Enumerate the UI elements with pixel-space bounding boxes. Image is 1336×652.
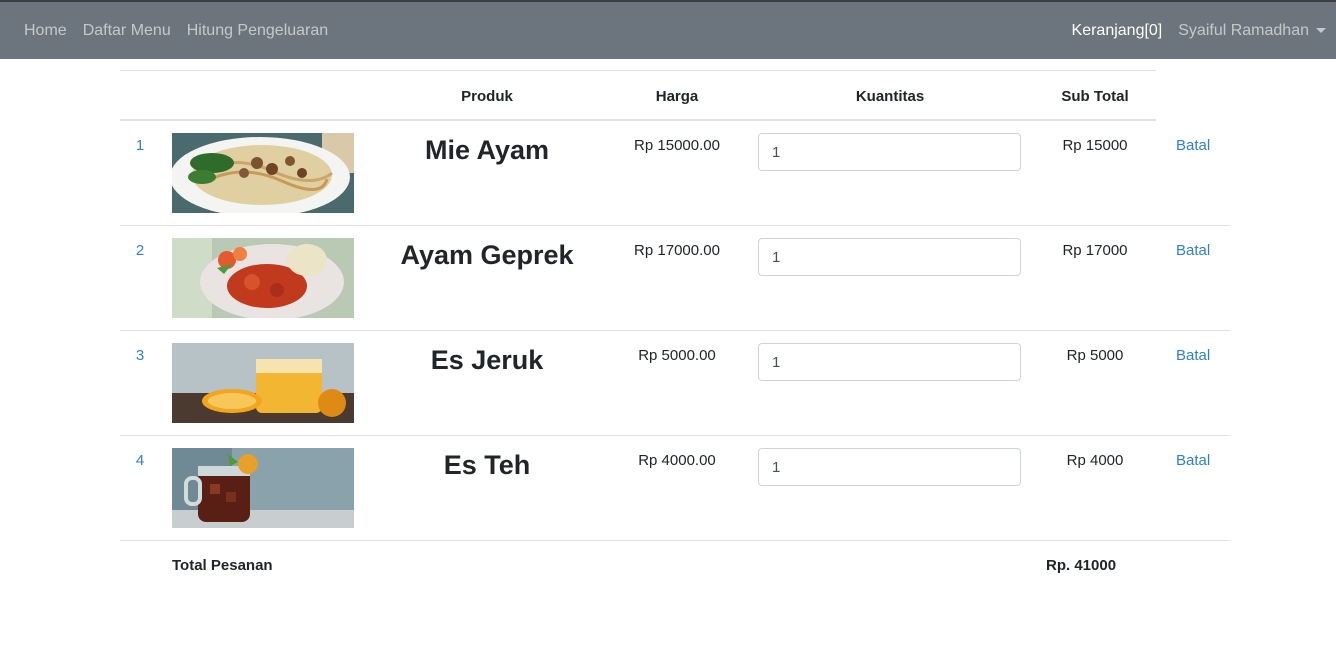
es-jeruk-photo	[172, 343, 354, 423]
row-subtotal: Rp 17000	[1062, 242, 1128, 259]
cart-link[interactable]: Keranjang[0]	[1072, 22, 1163, 40]
row-number[interactable]: 4	[120, 452, 160, 469]
product-name: Es Teh	[443, 450, 531, 480]
mie-ayam-photo	[172, 133, 354, 213]
table-header: Produk Harga Kuantitas Sub Total	[120, 70, 1156, 121]
navbar: Home Daftar Menu Hitung Pengeluaran Kera…	[0, 0, 1336, 59]
product-name: Es Jeruk	[430, 345, 544, 375]
row-number[interactable]: 2	[120, 242, 160, 259]
nav-home-link[interactable]: Home	[24, 22, 67, 40]
header-harga: Harga	[655, 88, 699, 105]
quantity-input[interactable]	[758, 238, 1021, 276]
table-row: 3 Es Jeruk Rp 5000.00 Rp 5000 Batal	[120, 331, 1230, 436]
product-name: Mie Ayam	[424, 135, 550, 165]
nav-menu-link[interactable]: Daftar Menu	[83, 22, 171, 40]
user-name: Syaiful Ramadhan	[1178, 21, 1309, 39]
quantity-input[interactable]	[758, 133, 1021, 171]
cancel-link[interactable]: Batal	[1176, 137, 1210, 154]
total-label: Total Pesanan	[172, 557, 273, 574]
total-row: Total Pesanan Rp. 41000	[120, 541, 1230, 593]
product-price: Rp 15000.00	[634, 137, 720, 154]
chevron-down-icon	[1316, 28, 1326, 33]
product-name: Ayam Geprek	[400, 240, 574, 270]
nav-links: Home Daftar Menu Hitung Pengeluaran	[24, 2, 344, 59]
header-kuantitas: Kuantitas	[855, 88, 925, 105]
product-price: Rp 17000.00	[634, 242, 720, 259]
cart-table: Produk Harga Kuantitas Sub Total 1 Mie A…	[120, 70, 1230, 593]
es-teh-photo	[172, 448, 354, 528]
header-subtotal: Sub Total	[1061, 88, 1129, 105]
cancel-link[interactable]: Batal	[1176, 452, 1210, 469]
table-row: 4 Es Teh Rp 4000.00 Rp 4000 Batal	[120, 436, 1230, 541]
cancel-link[interactable]: Batal	[1176, 242, 1210, 259]
quantity-input[interactable]	[758, 448, 1021, 486]
product-price: Rp 5000.00	[638, 347, 716, 364]
total-value: Rp. 41000	[1046, 557, 1117, 574]
nav-right: Keranjang[0] Syaiful Ramadhan	[1072, 2, 1326, 59]
product-price: Rp 4000.00	[638, 452, 716, 469]
table-row: 2 Ayam Geprek Rp 17000.00 Rp 17000 Batal	[120, 226, 1230, 331]
header-produk: Produk	[461, 88, 513, 105]
nav-expense-link[interactable]: Hitung Pengeluaran	[187, 22, 328, 40]
table-row: 1 Mie Ayam Rp 15000.00 Rp 15000 Batal	[120, 121, 1230, 226]
cancel-link[interactable]: Batal	[1176, 347, 1210, 364]
row-number[interactable]: 3	[120, 347, 160, 364]
ayam-geprek-photo	[172, 238, 354, 318]
user-dropdown[interactable]: Syaiful Ramadhan	[1178, 22, 1326, 40]
row-number[interactable]: 1	[120, 137, 160, 154]
row-subtotal: Rp 4000	[1066, 452, 1124, 469]
row-subtotal: Rp 5000	[1066, 347, 1124, 364]
quantity-input[interactable]	[758, 343, 1021, 381]
row-subtotal: Rp 15000	[1062, 137, 1128, 154]
